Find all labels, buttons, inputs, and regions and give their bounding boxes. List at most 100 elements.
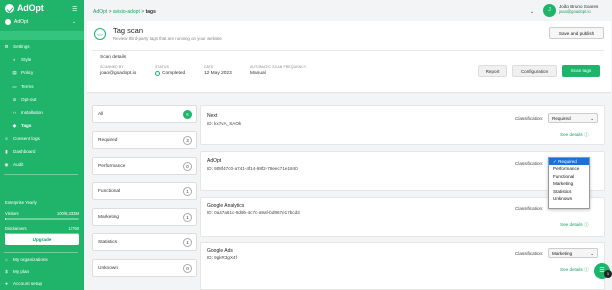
sidebar-item-account-setup[interactable]: ● Account setup <box>4 281 42 286</box>
filter-functional[interactable]: Functional 1 <box>92 182 197 200</box>
org-avatar <box>5 19 11 25</box>
sidebar-item-dashboard[interactable]: ▮ Dashboard <box>4 149 35 154</box>
sidebar-item-policy[interactable]: ▤ Policy <box>12 70 33 75</box>
sidebar-item-label: Style <box>21 57 32 62</box>
filter-performance[interactable]: Performance 0 <box>92 157 197 175</box>
classification-label: Classification: <box>515 206 544 211</box>
scanned-by: SCANNED BY joao@goadopt.io <box>100 65 136 76</box>
plan-icon: $ <box>5 269 8 274</box>
see-details-link[interactable]: See details ⓘ <box>560 267 589 273</box>
upgrade-button[interactable]: Upgrade <box>5 234 79 245</box>
chevron-down-icon[interactable]: ⌄ <box>72 19 76 25</box>
scan-tags-button[interactable]: Scan tags <box>562 65 600 77</box>
see-details-label: See details <box>560 267 583 272</box>
sidebar-item-label: Installation <box>21 110 43 115</box>
sidebar-item-terms[interactable]: ▭ Terms <box>12 84 33 89</box>
avatar[interactable]: J <box>543 4 556 17</box>
dropdown-option-statistics[interactable]: Statistics <box>549 188 589 195</box>
filter-label: Required <box>98 138 118 143</box>
info-icon: ⓘ <box>584 267 589 272</box>
divider <box>92 50 604 51</box>
sidebar-item-style[interactable]: ◐ Style <box>12 57 31 62</box>
tag-scan-header <box>87 21 611 93</box>
filter-label: Statistics <box>98 240 118 245</box>
filter-label: All <box>98 112 104 117</box>
filter-count-badge: 1 <box>183 238 192 247</box>
tag-card-google-ads: Google Ads ID: 9gkR3gX4f Classification:… <box>200 242 605 290</box>
user-email: joao@goadopt.io <box>559 9 591 14</box>
breadcrumb-item[interactable]: avisio-adopt <box>113 9 140 15</box>
tag-id: ID: kx7vA_SAOk <box>207 121 242 126</box>
chevron-down-icon[interactable]: ⌄ <box>530 9 534 15</box>
list-icon: ≡ <box>5 136 8 141</box>
save-and-publish-button[interactable]: Save and publish <box>549 27 604 39</box>
filter-all[interactable]: All 6 <box>92 105 197 123</box>
classification-select[interactable]: Marketing ⌄ <box>548 248 598 258</box>
dropdown-option-functional[interactable]: Functional <box>549 173 589 180</box>
palette-icon: ◐ <box>13 57 16 62</box>
visitors-bar-fill <box>5 218 7 220</box>
disclaimers-label: Disclaimers <box>5 226 27 231</box>
filter-label: Performance <box>98 164 126 169</box>
meta-label: DATE <box>204 65 214 69</box>
classification-select[interactable]: Required ⌄ <box>548 113 598 123</box>
org-switcher[interactable]: AdOpt <box>5 19 28 25</box>
filter-statistics[interactable]: Statistics 1 <box>92 233 197 251</box>
sidebar-item-label: Policy <box>21 70 34 75</box>
scan-details-heading: Scan details <box>100 55 127 60</box>
tag-id: ID: 9gkR3gX4f <box>207 255 237 260</box>
see-details-link[interactable]: See details ⓘ <box>560 132 589 138</box>
sidebar-item-installation[interactable]: ‹› Installation <box>12 110 43 115</box>
dropdown-option-performance[interactable]: Performance <box>549 165 589 172</box>
dropdown-option-required[interactable]: ✓ Required <box>549 158 589 166</box>
tag-name: Next <box>207 113 218 119</box>
configuration-button[interactable]: Configuration <box>512 65 557 77</box>
filter-count-badge: 3 <box>183 136 192 145</box>
filter-label: Functional <box>98 189 121 194</box>
filter-unknown[interactable]: Unknown 0 <box>92 259 197 277</box>
sidebar-item-opt-out[interactable]: ⊘ Opt-out <box>12 97 37 102</box>
user-menu[interactable]: João Bruno Soares joao@goadopt.io <box>559 4 598 14</box>
collapse-sidebar-icon[interactable]: ☰ <box>72 6 77 13</box>
dropdown-option-unknown[interactable]: Unknown <box>549 195 589 202</box>
meta-value: joao@goadopt.io <box>100 71 137 76</box>
scan-date: DATE 12 May 2023 <box>204 65 232 76</box>
page-subtitle: Review third-party tags that are running… <box>113 36 222 41</box>
classification-dropdown[interactable]: ✓ Required Performance Functional Market… <box>548 157 590 209</box>
tag-card-next: Next ID: kx7vA_SAOk Classification: Requ… <box>200 105 605 145</box>
breadcrumb-current: tags <box>145 9 156 15</box>
sidebar-item-my-plan[interactable]: $ My plan <box>4 269 29 274</box>
tag-icon: </> <box>94 28 106 40</box>
meta-value: Completed <box>155 71 185 76</box>
meta-value: 12 May 2023 <box>204 71 232 76</box>
classification-value: Marketing <box>552 251 573 256</box>
status-text: Completed <box>162 71 186 76</box>
dropdown-option-label: Required <box>558 159 577 164</box>
opt-out-icon: ⊘ <box>12 97 17 102</box>
dropdown-option-marketing[interactable]: Marketing <box>549 180 589 187</box>
sidebar-item-label: My organizations <box>13 257 48 262</box>
sidebar-item-label: Account setup <box>13 281 43 286</box>
sidebar-item-settings[interactable]: ⚙ Settings <box>4 44 29 49</box>
sidebar-item-my-organizations[interactable]: ⌂ My organizations <box>4 257 48 262</box>
check-circle-icon <box>155 71 160 76</box>
filter-label: Marketing <box>98 215 120 220</box>
filter-required[interactable]: Required 3 <box>92 131 197 149</box>
page-title: Tag scan <box>113 26 144 35</box>
filter-count-badge: 6 <box>183 110 192 119</box>
sidebar-item-tags[interactable]: ◆ Tags <box>12 123 32 128</box>
logo[interactable]: AdOpt <box>5 3 44 13</box>
filter-count-badge: 1 <box>183 187 192 196</box>
sidebar-item-consent-logs[interactable]: ≡ Consent logs <box>4 136 40 141</box>
meta-label: SCANNED BY <box>100 65 124 69</box>
report-button[interactable]: Report <box>478 65 507 77</box>
file-icon: ▭ <box>12 84 17 89</box>
see-details-link[interactable]: See details ⓘ <box>560 222 589 228</box>
chevron-down-icon: ⌄ <box>590 116 594 121</box>
sidebar-item-audit[interactable]: ◉ Audit <box>4 162 24 167</box>
filter-count-badge: 1 <box>183 213 192 222</box>
filter-marketing[interactable]: Marketing 1 <box>92 208 197 226</box>
breadcrumb-item[interactable]: AdOpt <box>93 9 107 15</box>
chart-icon: ▮ <box>5 149 8 154</box>
breadcrumb: AdOpt > avisio-adopt > tags <box>93 9 156 15</box>
